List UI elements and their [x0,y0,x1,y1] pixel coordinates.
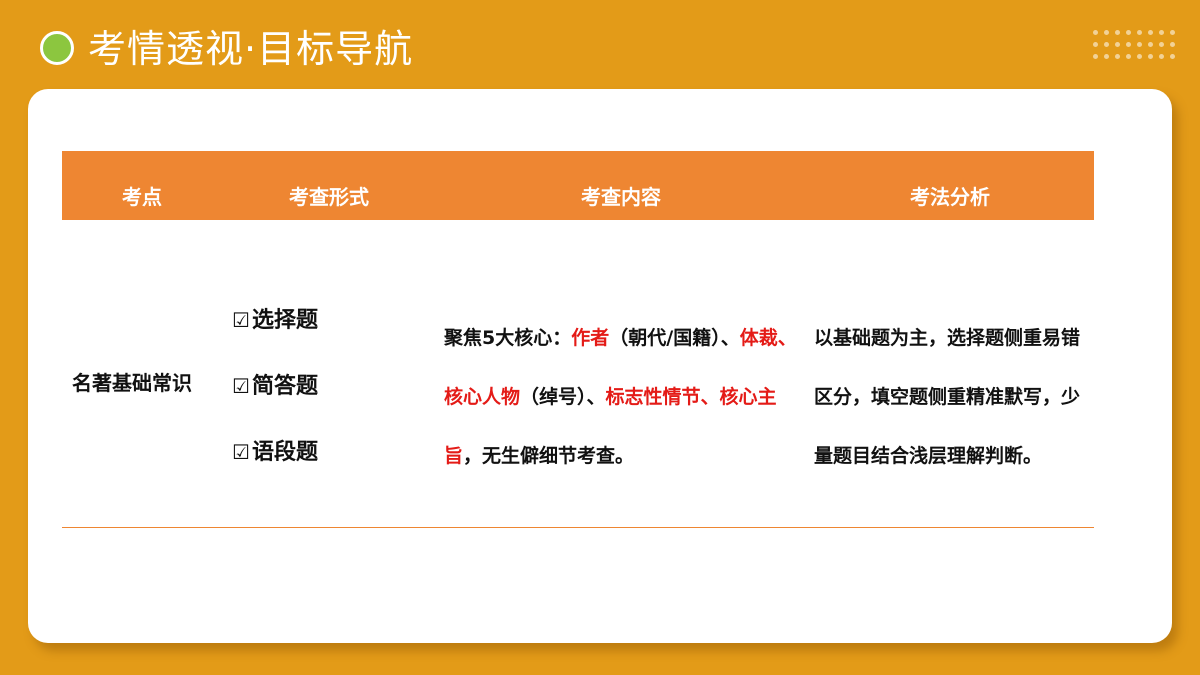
exam-table: 考点 考查形式 考查内容 考法分析 名著基础常识 ☑选择题 ☑简答题 ☑语段题 … [62,151,1094,528]
content-card: 考点 考查形式 考查内容 考法分析 名著基础常识 ☑选择题 ☑简答题 ☑语段题 … [28,89,1172,643]
form-item-passage: ☑语段题 [232,440,318,465]
table-row: 名著基础常识 ☑选择题 ☑简答题 ☑语段题 聚焦5大核心：作者（朝代/国籍）、体… [62,220,1094,528]
decorative-dot-grid [1093,30,1177,68]
content-segment: 聚焦5大核心： [444,327,572,349]
form-item-choice: ☑选择题 [232,308,318,333]
column-header-point: 考点 [122,185,162,209]
content-segment: （绰号）、 [520,386,606,408]
checkbox-checked-icon: ☑ [232,308,250,332]
cell-exam-analysis: 以基础题为主，选择题侧重易错区分，填空题侧重精准默写，少量题目结合浅层理解判断。 [814,327,1081,467]
page-title: 考情透视·目标导航 [88,27,414,71]
cell-exam-content: 聚焦5大核心：作者（朝代/国籍）、体裁、核心人物（绰号）、标志性情节、核心主旨，… [444,309,804,486]
cell-exam-point: 名著基础常识 [72,371,192,395]
checkbox-checked-icon: ☑ [232,374,250,398]
content-segment: ，无生僻细节考查。 [463,445,635,467]
title-bullet-icon [40,31,74,65]
form-item-short-answer: ☑简答题 [232,374,318,399]
checkbox-checked-icon: ☑ [232,440,250,464]
content-segment: （朝代/国籍）、 [609,327,740,349]
content-segment-highlight: 作者 [571,327,610,349]
column-header-analysis: 考法分析 [910,185,990,209]
table-header: 考点 考查形式 考查内容 考法分析 [62,151,1094,220]
cell-exam-forms: ☑选择题 ☑简答题 ☑语段题 [232,302,318,500]
column-header-content: 考查内容 [581,185,661,209]
column-header-form: 考查形式 [289,185,369,209]
